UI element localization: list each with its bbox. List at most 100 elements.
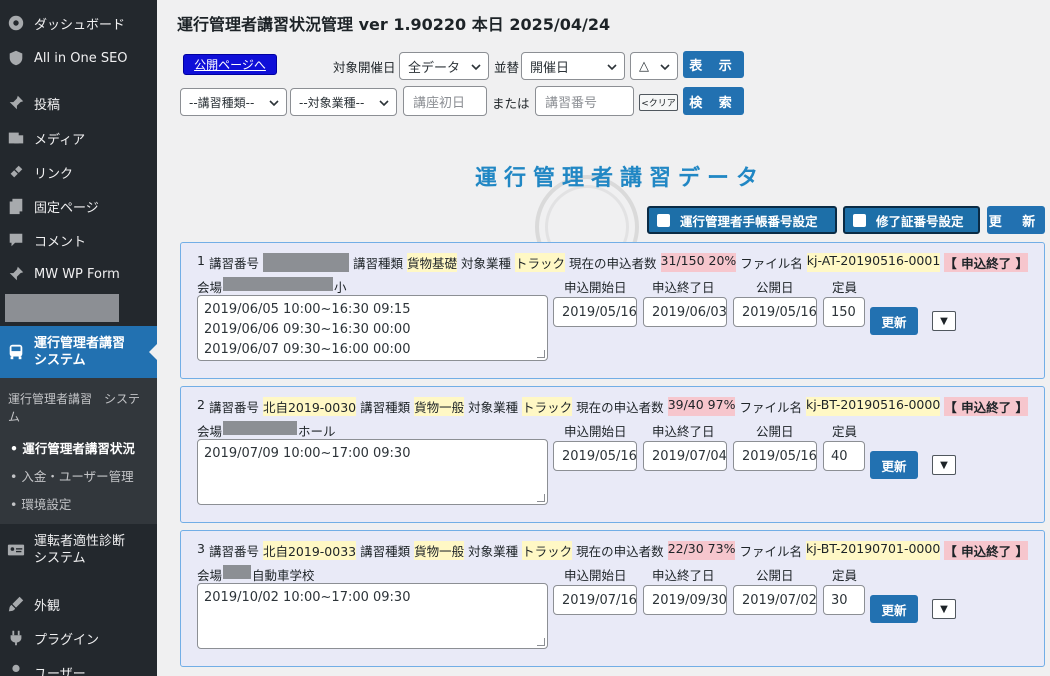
- sidebar-item-dashboard[interactable]: ダッシュボード: [0, 12, 157, 34]
- update-all-button[interactable]: 更 新: [987, 206, 1045, 234]
- held-date-label: 対象開催日: [333, 60, 396, 75]
- bus-icon: [6, 342, 26, 362]
- apply-start-label: 申込開始日: [564, 424, 627, 439]
- sidebar-item-label: コメント: [34, 234, 87, 250]
- apply-end-input[interactable]: 2019/09/30: [643, 585, 727, 615]
- resize-handle[interactable]: [537, 350, 545, 358]
- search-button[interactable]: 検 索: [683, 87, 744, 115]
- comment-icon: [6, 230, 26, 250]
- expand-dropdown-button[interactable]: ▼: [932, 455, 956, 475]
- redacted-menu-item: [5, 294, 119, 322]
- sidebar-item-label: 運転者適性診断 システム: [34, 534, 126, 566]
- sidebar-item-comments[interactable]: コメント: [0, 229, 157, 251]
- apply-start-input[interactable]: 2019/07/16: [553, 585, 637, 615]
- venue-label: 会場 小: [197, 277, 347, 296]
- course-card: 2 講習番号 北自2019-0030 講習種類 貨物一般 対象業種 トラック 現…: [180, 386, 1045, 523]
- held-date-select[interactable]: 全データ: [399, 52, 489, 80]
- course-summary: 2 講習番号 北自2019-0030 講習種類 貨物一般 対象業種 トラック 現…: [197, 397, 1028, 416]
- sidebar-item-label: 運行管理者講習 システム: [34, 336, 126, 368]
- course-card: 3 講習番号 北自2019-0033 講習種類 貨物一般 対象業種 トラック 現…: [180, 530, 1045, 667]
- schedule-textarea[interactable]: 2019/06/05 10:00~16:30 09:15 2019/06/06 …: [197, 295, 548, 361]
- sidebar-item-plugins[interactable]: プラグイン: [0, 627, 157, 649]
- sidebar-item-course-system[interactable]: 運行管理者講習 システム: [0, 326, 157, 378]
- capacity-input[interactable]: 150: [823, 297, 865, 327]
- show-button[interactable]: 表 示: [683, 51, 744, 78]
- user-icon: [6, 662, 26, 676]
- sidebar-item-label: All in One SEO: [34, 50, 128, 66]
- publish-date-input[interactable]: 2019/05/16: [733, 441, 817, 471]
- first-day-input[interactable]: 講座初日: [403, 86, 487, 116]
- sidebar-item-label: メディア: [34, 132, 86, 148]
- redacted-venue: [223, 421, 298, 435]
- course-number-input[interactable]: 講習番号: [535, 86, 634, 116]
- capacity-label: 定員: [832, 280, 858, 295]
- apply-start-input[interactable]: 2019/05/16: [553, 441, 637, 471]
- shield-icon: [6, 48, 26, 68]
- course-type-select[interactable]: --講習種類--: [180, 88, 287, 116]
- order-select[interactable]: △: [630, 52, 678, 80]
- sidebar-item-label: 投稿: [34, 97, 61, 113]
- data-heading: 運行管理者講習データ: [475, 166, 766, 191]
- page-icon: [6, 196, 26, 216]
- apply-start-input[interactable]: 2019/05/16: [553, 297, 637, 327]
- sidebar-item-driver-diagnosis[interactable]: 運転者適性診断 システム: [0, 530, 157, 570]
- resize-handle[interactable]: [537, 638, 545, 646]
- capacity-label: 定員: [832, 568, 858, 583]
- pin-icon: [6, 93, 26, 113]
- course-summary: 3 講習番号 北自2019-0033 講習種類 貨物一般 対象業種 トラック 現…: [197, 541, 1028, 560]
- venue-label: 会場 ホール: [197, 421, 336, 440]
- sidebar-item-label: 外観: [34, 598, 61, 614]
- schedule-textarea[interactable]: 2019/07/09 10:00~17:00 09:30: [197, 439, 548, 505]
- sidebar-item-media[interactable]: メディア: [0, 127, 157, 149]
- id-card-icon: [6, 540, 26, 560]
- pin-icon: [6, 264, 26, 284]
- submenu-title[interactable]: 運行管理者講習 システム: [8, 390, 148, 426]
- public-page-button[interactable]: 公開ページへ: [183, 54, 277, 75]
- publish-date-label: 公開日: [756, 424, 794, 439]
- redacted-venue: [223, 277, 334, 291]
- sidebar-item-label: ダッシュボード: [34, 17, 126, 33]
- sidebar-item-links[interactable]: リンク: [0, 161, 157, 183]
- apply-end-input[interactable]: 2019/07/04: [643, 441, 727, 471]
- sidebar-item-users[interactable]: ユーザー: [0, 661, 157, 676]
- update-button[interactable]: 更新: [870, 307, 918, 335]
- publish-date-input[interactable]: 2019/05/16: [733, 297, 817, 327]
- update-button[interactable]: 更新: [870, 595, 918, 623]
- or-label: または: [492, 96, 530, 111]
- update-button[interactable]: 更新: [870, 451, 918, 479]
- schedule-textarea[interactable]: 2019/10/02 10:00~17:00 09:30: [197, 583, 548, 649]
- sidebar-item-posts[interactable]: 投稿: [0, 92, 157, 114]
- brush-icon: [6, 594, 26, 614]
- sort-select[interactable]: 開催日: [521, 52, 625, 80]
- sidebar-item-appearance[interactable]: 外観: [0, 593, 157, 615]
- sidebar-item-pages[interactable]: 固定ページ: [0, 195, 157, 217]
- plugin-icon: [6, 628, 26, 648]
- sidebar-item-aioseo[interactable]: All in One SEO: [0, 47, 157, 69]
- sidebar-item-mw-wp-form[interactable]: MW WP Form: [0, 263, 157, 285]
- submenu-item-course-status[interactable]: • 運行管理者講習状況: [10, 438, 135, 457]
- chevron-down-icon: [379, 100, 389, 107]
- capacity-input[interactable]: 30: [823, 585, 865, 615]
- handbook-number-button[interactable]: 運行管理者手帳番号設定: [647, 206, 837, 234]
- resize-handle[interactable]: [537, 494, 545, 502]
- clear-button[interactable]: <クリア: [639, 94, 678, 111]
- course-card: 1 講習番号 講習種類 貨物基礎 対象業種 トラック 現在の申込者数 31/15…: [180, 242, 1045, 379]
- apply-end-input[interactable]: 2019/06/03: [643, 297, 727, 327]
- page-title: 運行管理者講習状況管理 ver 1.90220 本日 2025/04/24: [177, 15, 611, 34]
- sidebar-item-label: 固定ページ: [34, 200, 99, 216]
- redacted-course-number: [262, 253, 349, 272]
- industry-select[interactable]: --対象業種--: [290, 88, 397, 116]
- apply-end-label: 申込終了日: [652, 280, 715, 295]
- submenu-item-payment-users[interactable]: • 入金・ユーザー管理: [10, 466, 134, 485]
- redacted-venue: [223, 565, 252, 579]
- apply-end-label: 申込終了日: [652, 568, 715, 583]
- expand-dropdown-button[interactable]: ▼: [932, 599, 956, 619]
- expand-dropdown-button[interactable]: ▼: [932, 311, 956, 331]
- publish-date-input[interactable]: 2019/07/02: [733, 585, 817, 615]
- course-summary: 1 講習番号 講習種類 貨物基礎 対象業種 トラック 現在の申込者数 31/15…: [197, 253, 1028, 272]
- active-menu-arrow: [149, 344, 157, 360]
- capacity-input[interactable]: 40: [823, 441, 865, 471]
- submenu-item-settings[interactable]: • 環境設定: [10, 494, 71, 513]
- sort-label: 並替: [494, 60, 520, 75]
- certificate-number-button[interactable]: 修了証番号設定: [843, 206, 980, 234]
